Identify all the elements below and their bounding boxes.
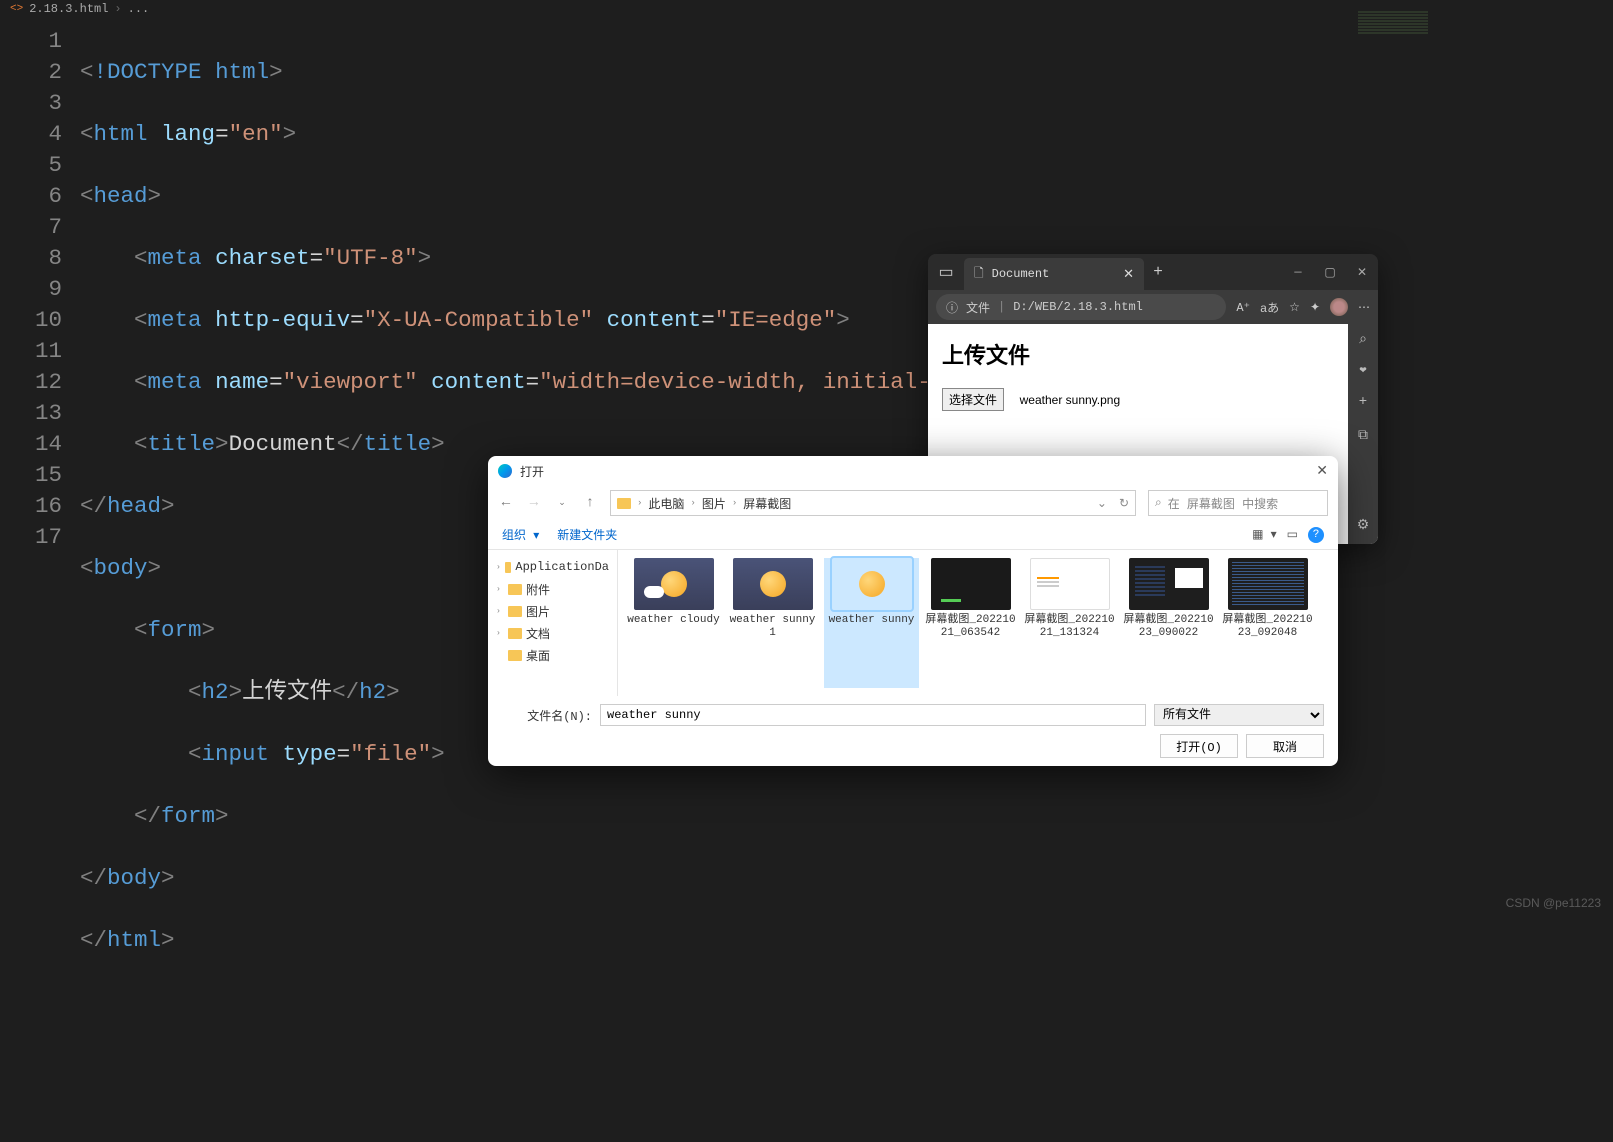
tab-close-icon[interactable]: ✕ [1123,267,1134,282]
recent-icon[interactable]: ⌄ [554,498,570,508]
file-item[interactable]: 屏幕截图_20221021_131324 [1022,558,1117,688]
favorite-icon[interactable]: ☆ [1289,300,1300,315]
address-bar: ⓘ 文件 | D:/WEB/2.18.3.html A⁺ aあ ☆ ✦ ⋯ [928,290,1378,324]
cancel-button[interactable]: 取消 [1246,734,1324,758]
page-heading: 上传文件 [942,338,1348,370]
path-seg[interactable]: 屏幕截图 [743,495,791,512]
sidebar-collapse-icon[interactable]: ⧉ [1358,428,1368,444]
dialog-footer: 文件名(N): 所有文件 打开(O) 取消 [488,696,1338,766]
page-icon: 🗋 [974,264,984,285]
path-seg[interactable]: 此电脑 [648,495,684,512]
filename-label: 文件名(N): [502,707,592,724]
sidebar-settings-icon[interactable]: ⚙ [1357,517,1370,534]
choose-file-button[interactable]: 选择文件 [942,388,1004,411]
open-button[interactable]: 打开(O) [1160,734,1238,758]
new-tab-button[interactable]: + [1144,263,1172,281]
profile-avatar[interactable] [1330,298,1348,316]
breadcrumb-more[interactable]: ... [128,2,150,16]
extensions-icon[interactable]: ✦ [1310,300,1320,315]
watermark: CSDN @pe11223 [1506,896,1601,910]
chosen-filename: weather sunny.png [1020,393,1121,407]
path-bar[interactable]: › 此电脑› 图片› 屏幕截图 ⌄ ↻ [610,490,1136,516]
more-icon[interactable]: ⋯ [1358,300,1370,315]
file-item[interactable]: weather cloudy [626,558,721,688]
line-gutter: 1234567891011121314151617 [0,26,80,1142]
tree-item[interactable]: ›ApplicationDa [488,556,617,578]
edge-icon [498,464,512,478]
file-open-dialog: 打开 ✕ ← → ⌄ ↑ › 此电脑› 图片› 屏幕截图 ⌄ ↻ ⌕ 在 屏幕截… [488,456,1338,766]
forward-icon[interactable]: → [526,495,542,511]
file-item[interactable]: 屏幕截图_20221021_063542 [923,558,1018,688]
url-box[interactable]: ⓘ 文件 | D:/WEB/2.18.3.html [936,294,1226,320]
tab-manager-icon[interactable]: ▭ [931,257,961,287]
file-item[interactable]: weather sunny [824,558,919,688]
file-label: 文件 [966,299,990,316]
minimize-icon[interactable]: — [1282,265,1314,280]
sidebar-search-icon[interactable]: ⌕ [1359,332,1367,348]
tree-item[interactable]: ›附件 [488,578,617,600]
refresh-icon[interactable]: ↻ [1119,496,1129,511]
file-item[interactable]: 屏幕截图_20221023_090022 [1121,558,1216,688]
path-dropdown-icon[interactable]: ⌄ [1097,496,1107,511]
close-icon[interactable]: ✕ [1346,265,1378,280]
breadcrumb-sep: › [114,2,121,16]
dialog-search[interactable]: ⌕ 在 屏幕截图 中搜索 [1148,490,1328,516]
view-mode-icon[interactable]: ▦ ▾ [1252,527,1277,542]
file-item[interactable]: 屏幕截图_20221023_092048 [1220,558,1315,688]
tree-item[interactable]: ›文档 [488,622,617,644]
help-icon[interactable]: ? [1308,527,1324,543]
read-aloud-icon[interactable]: A⁺ [1236,300,1250,315]
folder-tree[interactable]: ›ApplicationDa ›附件 ›图片 ›文档 桌面 [488,550,618,696]
filter-select[interactable]: 所有文件 [1154,704,1324,726]
search-placeholder: 在 屏幕截图 中搜索 [1168,495,1278,512]
tree-item[interactable]: ›图片 [488,600,617,622]
browser-tab[interactable]: 🗋 Document ✕ [964,258,1144,290]
preview-pane-icon[interactable]: ▭ [1287,527,1298,542]
file-item[interactable]: weather sunny 1 [725,558,820,688]
folder-icon [617,498,631,509]
minimap[interactable] [1358,10,1428,50]
dialog-nav: ← → ⌄ ↑ › 此电脑› 图片› 屏幕截图 ⌄ ↻ ⌕ 在 屏幕截图 中搜索 [488,486,1338,520]
tab-filename[interactable]: 2.18.3.html [29,2,108,16]
file-icon: <> [10,3,23,15]
back-icon[interactable]: ← [498,495,514,511]
tab-title: Document [992,267,1050,281]
sidebar-fav-icon[interactable]: ❤ [1359,366,1367,376]
filename-input[interactable] [600,704,1146,726]
browser-titlebar: ▭ 🗋 Document ✕ + — ▢ ✕ [928,254,1378,290]
up-icon[interactable]: ↑ [582,495,598,511]
dialog-close-icon[interactable]: ✕ [1316,463,1328,480]
tree-item[interactable]: 桌面 [488,644,617,666]
dialog-title: 打开 [520,463,544,480]
info-icon[interactable]: ⓘ [946,299,958,316]
translate-icon[interactable]: aあ [1260,299,1279,316]
path-seg[interactable]: 图片 [702,495,726,512]
new-folder-button[interactable]: 新建文件夹 [557,526,617,543]
url-text: D:/WEB/2.18.3.html [1013,300,1143,314]
dialog-titlebar: 打开 ✕ [488,456,1338,486]
sidebar-add-icon[interactable]: + [1359,394,1367,410]
organize-menu[interactable]: 组织 ▾ [502,526,539,543]
dialog-toolbar: 组织 ▾ 新建文件夹 ▦ ▾ ▭ ? [488,520,1338,550]
edge-sidebar: ⌕ ❤ + ⧉ ⚙ [1348,324,1378,544]
file-list: weather cloudyweather sunny 1weather sun… [618,550,1338,696]
search-icon: ⌕ [1155,496,1162,510]
maximize-icon[interactable]: ▢ [1314,265,1346,280]
